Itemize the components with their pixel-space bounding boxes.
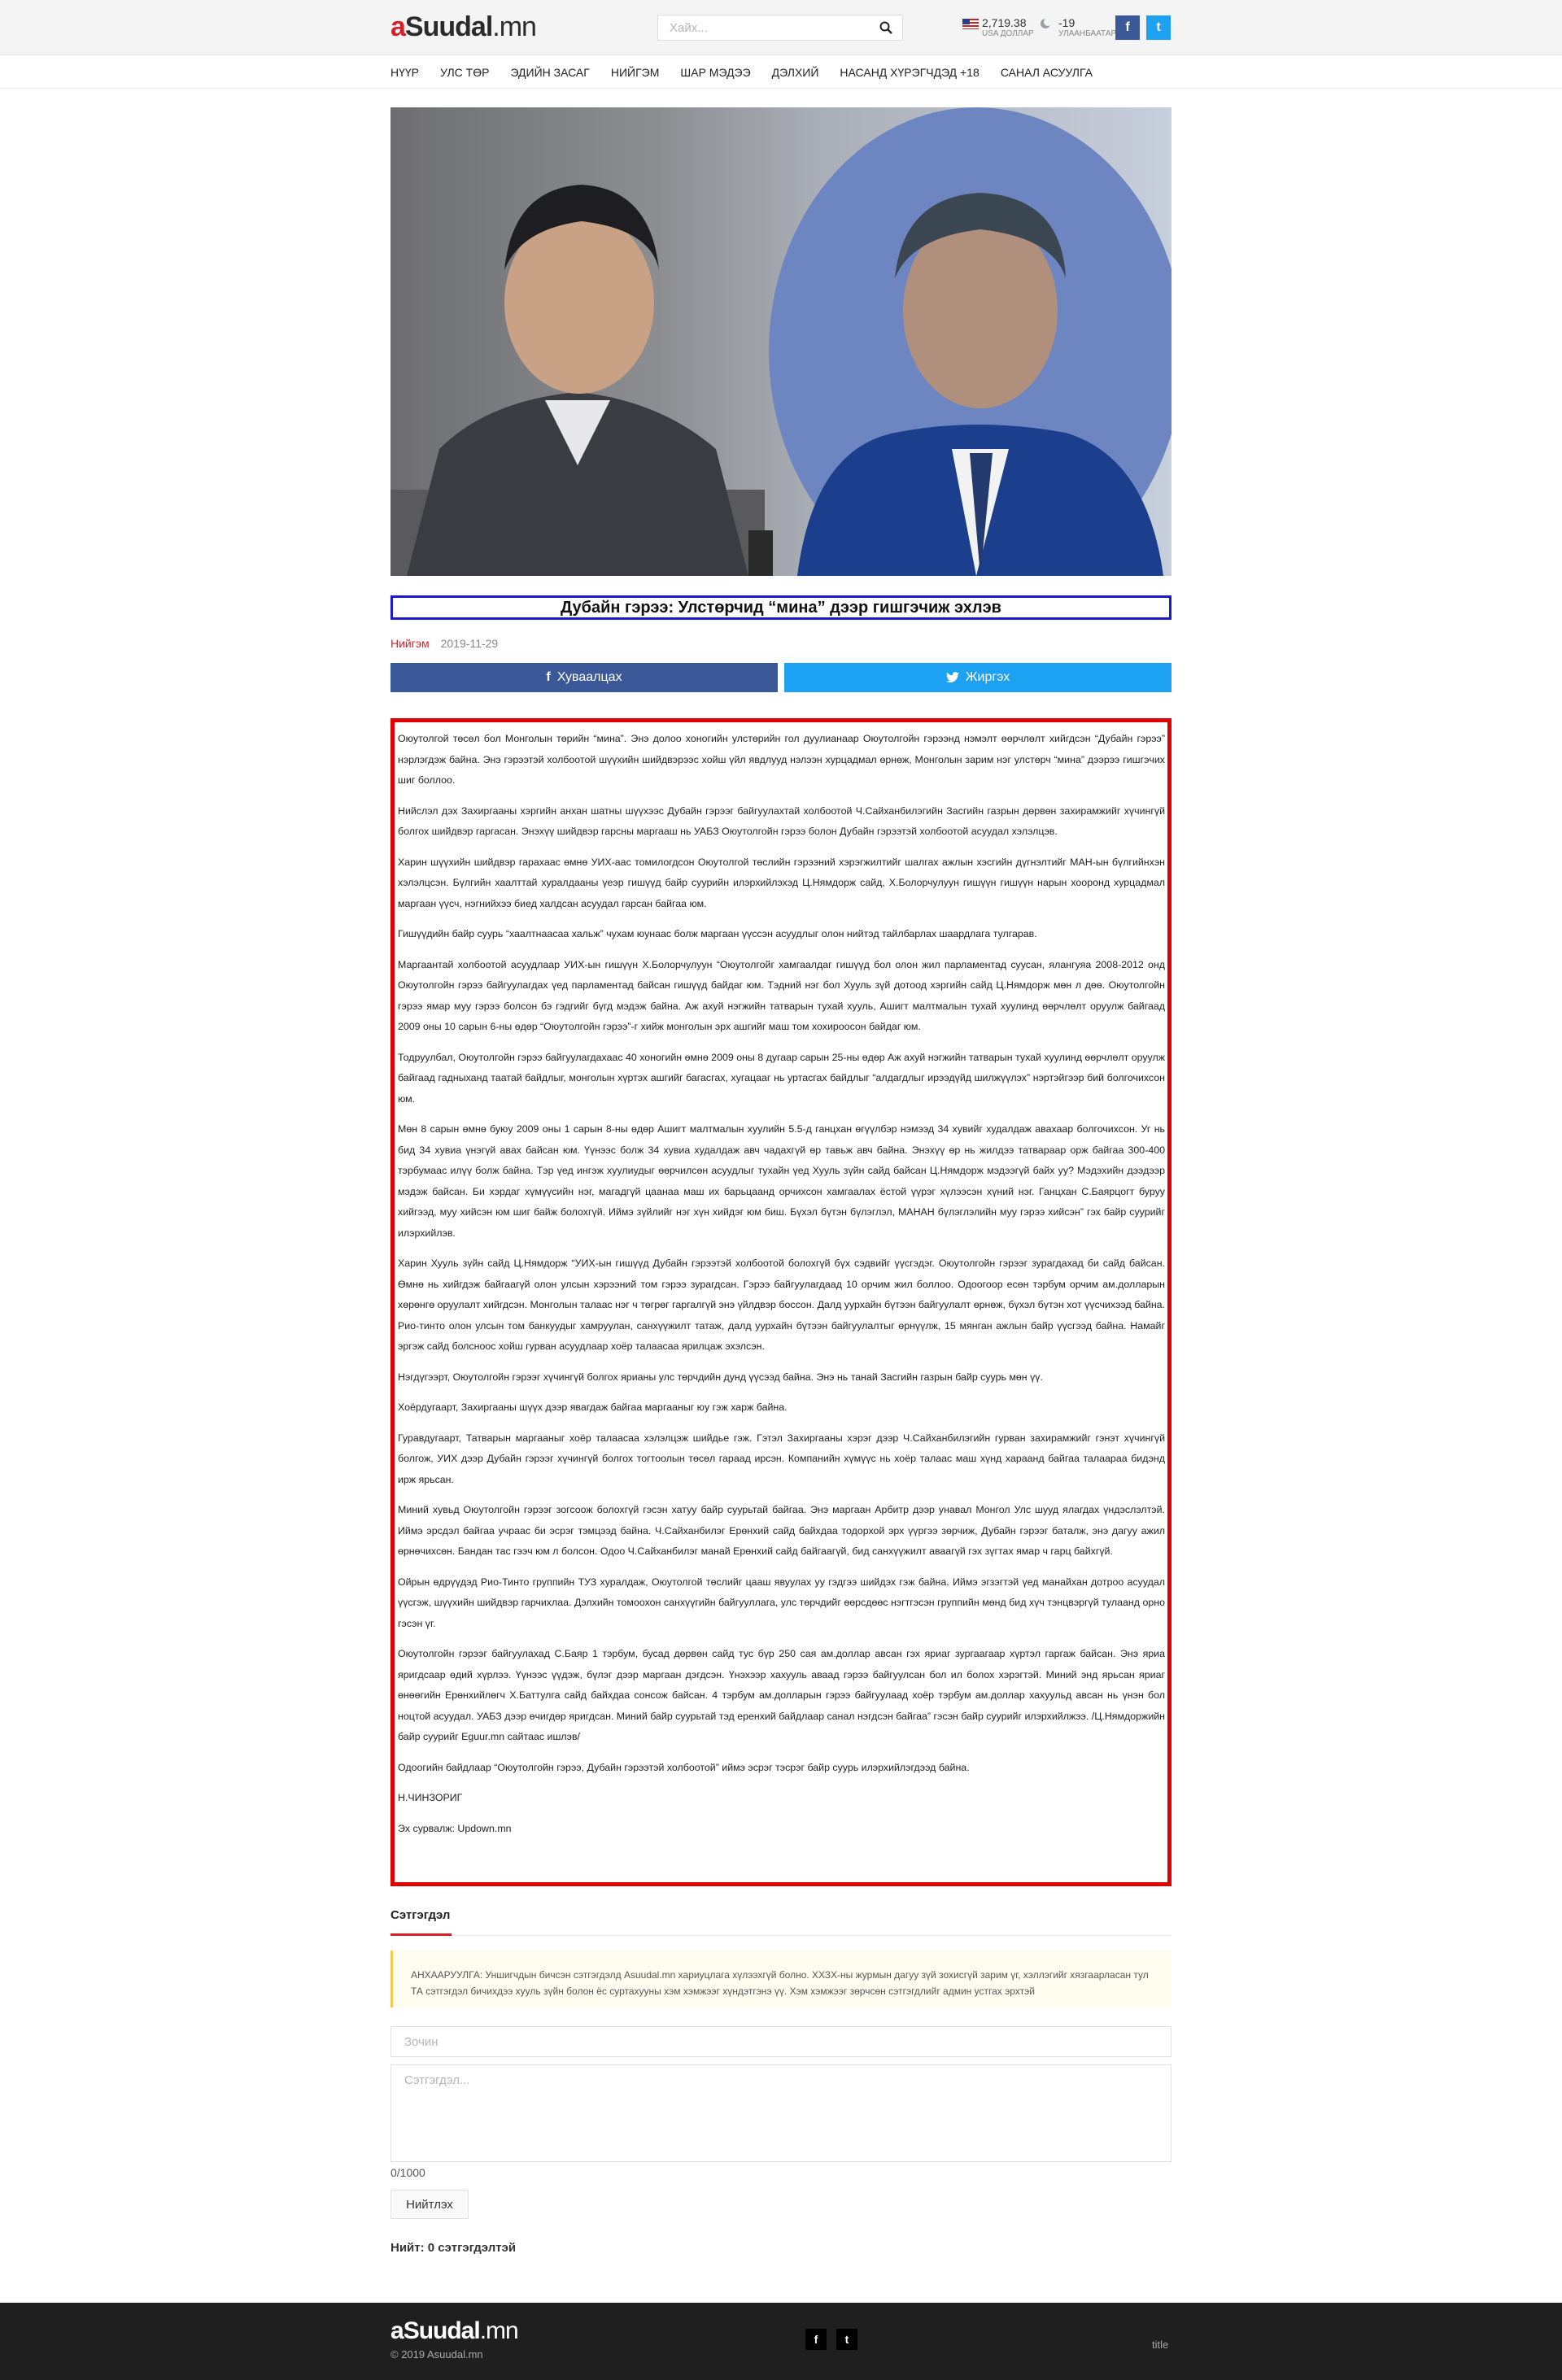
facebook-icon: f: [814, 2333, 818, 2346]
search-icon: [879, 21, 892, 34]
facebook-icon: f: [546, 670, 551, 684]
article-category[interactable]: Нийгэм: [390, 637, 430, 650]
main-nav: НҮҮР УЛС ТӨР ЭДИЙН ЗАСАГ НИЙГЭМ ШАР МЭДЭ…: [0, 56, 1562, 89]
facebook-icon: f: [1125, 20, 1130, 34]
article-paragraph: Гишүүдийн байр суурь “хаалтнаасаа хальж”…: [398, 928, 1037, 939]
article-paragraph: Харин Хууль зүйн сайд Ц.Нямдорж “УИХ-ын …: [398, 1258, 1165, 1352]
article-body: Оюутолгой төсөл бол Монголын төрийн “мин…: [390, 718, 1172, 1886]
nav-item-adults[interactable]: НАСАНД ХҮРЭГЧДЭД +18: [840, 66, 979, 79]
site-logo[interactable]: aSuudal.mn: [390, 11, 537, 43]
search-box: [657, 15, 903, 41]
comment-notice: АНХААРУУЛГА: Уншигчдын бичсэн сэтгэгдэлд…: [390, 1951, 1172, 2007]
article-title-box: Дубайн гэрээ: Улстөрчид “мина” дээр гишг…: [390, 595, 1172, 620]
article-paragraph: Миний хувьд Оюутолгойн гэрээг зогсоож бо…: [398, 1504, 1165, 1557]
twitter-icon: t: [1156, 20, 1161, 34]
nav-items: НҮҮР УЛС ТӨР ЭДИЙН ЗАСАГ НИЙГЭМ ШАР МЭДЭ…: [390, 56, 1093, 89]
article-paragraph: Оюутолгой төсөл бол Монголын төрийн “мин…: [398, 733, 1165, 786]
article-paragraph: Мөн 8 сарын өмнө буюу 2009 оны 1 сарын 8…: [398, 1123, 1165, 1239]
nav-item-gossip[interactable]: ШАР МЭДЭЭ: [680, 66, 750, 79]
article-paragraph: Гуравдугаарт, Татварын маргааныг хоёр та…: [398, 1432, 1165, 1485]
article-meta: Нийгэм 2019-11-29: [390, 637, 498, 650]
footer-title: title: [1152, 2339, 1169, 2351]
footer-logo-name: Suudal: [403, 2317, 481, 2344]
weather-icon: [1041, 18, 1052, 28]
article-paragraph: Одоогийн байдлаар “Оюутолгойн гэрээ, Дуб…: [398, 1761, 970, 1773]
us-flag-icon: [962, 19, 979, 29]
footer-facebook-button[interactable]: f: [805, 2329, 827, 2350]
weather-widget: -19 УЛААНБААТАР: [1039, 16, 1116, 41]
tab-active-indicator: [390, 1933, 452, 1936]
search-input[interactable]: [658, 15, 871, 40]
footer-logo-tld: .mn: [479, 2317, 519, 2344]
weather-value: -19: [1058, 16, 1076, 29]
article-paragraph: Оюутолгойн гэрээг байгуулахад С.Баяр 1 т…: [398, 1648, 1165, 1742]
article-paragraph: Маргаантай холбоотой асуудлаар УИХ-ын ги…: [398, 958, 1165, 1033]
share-twitter-button[interactable]: Жиргэх: [784, 663, 1172, 692]
twitter-button[interactable]: t: [1146, 15, 1171, 40]
top-bar: aSuudal.mn 2,719.38 USA ДОЛЛАР -19 УЛААН…: [0, 0, 1562, 55]
currency-value: 2,719.38: [982, 16, 1027, 29]
commenter-name-input[interactable]: [390, 2026, 1172, 2057]
nav-item-home[interactable]: НҮҮР: [390, 66, 419, 79]
article-date: 2019-11-29: [440, 637, 499, 650]
article-hero-image: [390, 107, 1172, 576]
footer-copyright: © 2019 Asuudal.mn: [390, 2348, 483, 2360]
share-facebook-button[interactable]: f Хуваалцах: [390, 663, 778, 692]
share-facebook-label: Хуваалцах: [556, 670, 622, 684]
twitter-icon: [945, 672, 959, 683]
nav-item-economy[interactable]: ЭДИЙН ЗАСАГ: [510, 66, 589, 79]
article-paragraph: Хоёрдугаарт, Захиргааны шүүх дээр явагда…: [398, 1401, 788, 1413]
nav-item-poll[interactable]: САНАЛ АСУУЛГА: [1001, 66, 1093, 79]
comment-total: Нийт: 0 сэтгэгдэлтэй: [390, 2241, 517, 2255]
nav-item-politics[interactable]: УЛС ТӨР: [440, 66, 489, 79]
article-source: Эх сурвалж: Updown.mn: [398, 1822, 512, 1834]
footer-logo-letter-a: a: [390, 2317, 404, 2344]
article-author: Н.ЧИНЗОРИГ: [398, 1792, 463, 1803]
search-button[interactable]: [870, 15, 902, 40]
nav-item-society[interactable]: НИЙГЭМ: [611, 66, 660, 79]
logo-tld: .mn: [492, 11, 537, 42]
comment-textarea[interactable]: [390, 2064, 1172, 2162]
twitter-icon: t: [844, 2333, 849, 2346]
logo-name: Suudal: [404, 11, 493, 42]
facebook-button[interactable]: f: [1115, 15, 1140, 40]
article-title: Дубайн гэрээ: Улстөрчид “мина” дээр гишг…: [561, 598, 1001, 617]
tab-comments[interactable]: Сэтгэгдэл: [390, 1908, 450, 1922]
logo-letter-a: a: [390, 11, 406, 42]
article-paragraph: Нийслэл дэх Захиргааны хэргийн анхан шат…: [398, 804, 1165, 838]
article-paragraph: Ойрын өдрүүдэд Рио-Тинто группийн ТУЗ ху…: [398, 1576, 1165, 1629]
footer-twitter-button[interactable]: t: [836, 2329, 857, 2350]
article-paragraph: Тодруулбал, Оюутолгойн гэрээ байгуулагда…: [398, 1051, 1165, 1105]
nav-item-world[interactable]: ДЭЛХИЙ: [772, 66, 819, 79]
tab-divider: [390, 1935, 1172, 1936]
site-footer: aSuudal.mn © 2019 Asuudal.mn f t title: [0, 2303, 1562, 2380]
currency-label: USA ДОЛЛАР: [982, 29, 1034, 38]
article-paragraph: Нэгдүгээрт, Оюутолгойн гэрээг хүчингүй б…: [398, 1371, 1043, 1383]
share-twitter-label: Жиргэх: [965, 670, 1010, 684]
submit-comment-button[interactable]: Нийтлэх: [390, 2190, 469, 2219]
footer-logo[interactable]: aSuudal.mn: [390, 2317, 519, 2345]
article-paragraph: Харин шүүхийн шийдвэр гарахаас өмнө УИХ-…: [398, 856, 1165, 909]
character-counter: 0/1000: [390, 2166, 425, 2179]
weather-label: УЛААНБААТАР: [1058, 29, 1117, 38]
